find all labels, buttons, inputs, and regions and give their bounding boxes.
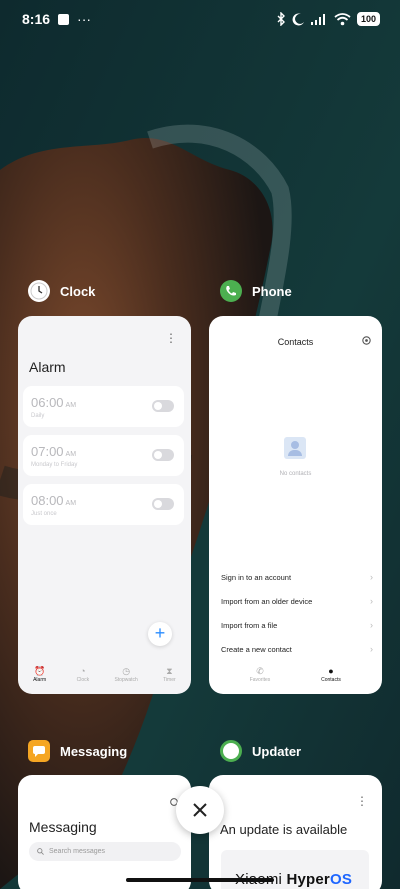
- alarm-ampm: AM: [65, 451, 77, 458]
- messaging-app-card[interactable]: Messaging Search messages: [18, 775, 191, 889]
- alarm-toggle[interactable]: [152, 449, 174, 461]
- product-text: Hyper: [286, 871, 330, 888]
- chevron-right-icon: ›: [370, 620, 373, 630]
- contacts-title: Contacts: [277, 337, 314, 347]
- home-indicator[interactable]: [126, 878, 274, 882]
- action-create-contact[interactable]: Create a new contact ›: [221, 644, 373, 654]
- clock-icon: ◔: [80, 666, 86, 676]
- alarm-time: 07:00: [31, 444, 64, 459]
- alarm-ampm: AM: [65, 500, 77, 507]
- alarm-time: 08:00: [31, 493, 64, 508]
- close-all-button[interactable]: [176, 786, 224, 834]
- nav-label: Contacts: [321, 677, 341, 683]
- product-suffix: OS: [329, 871, 353, 888]
- clock-app-header[interactable]: Clock: [28, 280, 95, 302]
- chevron-right-icon: ›: [370, 644, 373, 654]
- moon-icon: [292, 12, 304, 25]
- search-placeholder: Search messages: [49, 848, 106, 855]
- nav-timer[interactable]: ⧗ Timer: [149, 666, 189, 688]
- alarm-repeat: Just once: [31, 511, 57, 517]
- nav-label: Stopwatch: [114, 677, 138, 683]
- action-sign-in[interactable]: Sign in to an account ›: [221, 572, 373, 582]
- nav-contacts[interactable]: ● Contacts: [311, 666, 351, 688]
- nav-label: Alarm: [33, 677, 47, 683]
- stopwatch-icon: ◷: [122, 666, 131, 676]
- updater-icon: [220, 740, 242, 762]
- nav-stopwatch[interactable]: ◷ Stopwatch: [106, 666, 146, 688]
- nav-favorites[interactable]: ✆ Favorites: [240, 666, 280, 688]
- updater-app-name: Updater: [252, 743, 302, 759]
- clock-app-name: Clock: [60, 283, 96, 299]
- messaging-app-header[interactable]: Messaging: [28, 740, 127, 762]
- nav-label: Clock: [76, 677, 90, 683]
- nav-alarm[interactable]: ⏰ Alarm: [20, 666, 60, 688]
- more-options-icon[interactable]: ⋮: [165, 332, 177, 344]
- updater-app-header[interactable]: Updater: [220, 740, 301, 762]
- nav-label: Timer: [163, 677, 176, 683]
- alarm-row[interactable]: 08:00 AM Just once: [23, 484, 184, 525]
- action-label: Import from a file: [221, 620, 278, 630]
- phone-icon: ✆: [256, 666, 264, 676]
- clock-app-card[interactable]: ⋮ Alarm 06:00 AM Daily 07:00 AM Monday to …: [18, 316, 191, 694]
- updater-app-card[interactable]: ⋮ An update is available Xiaomi HyperOS: [209, 775, 382, 889]
- action-import-file[interactable]: Import from a file ›: [221, 620, 373, 630]
- phone-app-name: Phone: [252, 283, 292, 299]
- clock-icon: [28, 280, 50, 302]
- alarm-icon: ⏰: [34, 666, 46, 676]
- action-label: Import from an older device: [221, 596, 313, 606]
- clock-bottom-nav: ⏰ Alarm ◔ Clock ◷ Stopwatch ⧗ Timer: [18, 666, 191, 688]
- notification-square-icon: [58, 13, 70, 25]
- battery-indicator: 100: [356, 12, 380, 26]
- alarm-toggle[interactable]: [152, 498, 174, 510]
- alarm-time: 06:00: [31, 395, 64, 410]
- phone-bottom-nav: ✆ Favorites ● Contacts: [209, 666, 382, 688]
- phone-app-card[interactable]: Contacts No contacts Sign in to an accou…: [209, 316, 382, 694]
- signal-icon: [310, 14, 325, 25]
- messaging-app-name: Messaging: [60, 743, 128, 759]
- empty-contacts-icon: [284, 437, 306, 459]
- alarm-repeat: Monday to Friday: [31, 462, 78, 468]
- nav-label: Favorites: [249, 677, 271, 683]
- chevron-right-icon: ›: [370, 572, 373, 582]
- wifi-icon: [334, 12, 351, 25]
- search-icon: [37, 848, 44, 855]
- hyperos-banner: Xiaomi HyperOS: [221, 850, 369, 889]
- alarm-ampm: AM: [65, 402, 77, 409]
- action-label: Sign in to an account: [221, 572, 292, 582]
- more-notifications-icon: ···: [77, 11, 92, 27]
- add-alarm-button[interactable]: +: [148, 622, 172, 646]
- alarm-row[interactable]: 06:00 AM Daily: [23, 386, 184, 427]
- settings-gear-icon[interactable]: [361, 335, 372, 346]
- alarm-toggle[interactable]: [152, 400, 174, 412]
- update-title: An update is available: [220, 822, 348, 837]
- alarm-title: Alarm: [29, 359, 66, 375]
- alarm-row[interactable]: 07:00 AM Monday to Friday: [23, 435, 184, 476]
- bluetooth-icon: [277, 12, 285, 26]
- action-label: Create a new contact: [221, 644, 292, 654]
- status-time: 8:16: [22, 11, 51, 27]
- message-icon: [28, 740, 50, 762]
- person-icon: ●: [328, 666, 334, 676]
- more-options-icon[interactable]: ⋮: [356, 795, 368, 807]
- phone-app-header[interactable]: Phone: [220, 280, 292, 302]
- search-messages-input[interactable]: Search messages: [29, 842, 181, 861]
- alarm-repeat: Daily: [31, 413, 45, 419]
- chevron-right-icon: ›: [370, 596, 373, 606]
- action-import-device[interactable]: Import from an older device ›: [221, 596, 373, 606]
- phone-icon: [220, 280, 242, 302]
- messaging-title: Messaging: [29, 819, 97, 835]
- timer-icon: ⧗: [166, 666, 173, 676]
- nav-clock[interactable]: ◔ Clock: [63, 666, 103, 688]
- close-icon: [193, 803, 207, 817]
- no-contacts-text: No contacts: [279, 471, 312, 477]
- status-bar: 8:16 ··· 100: [0, 0, 400, 38]
